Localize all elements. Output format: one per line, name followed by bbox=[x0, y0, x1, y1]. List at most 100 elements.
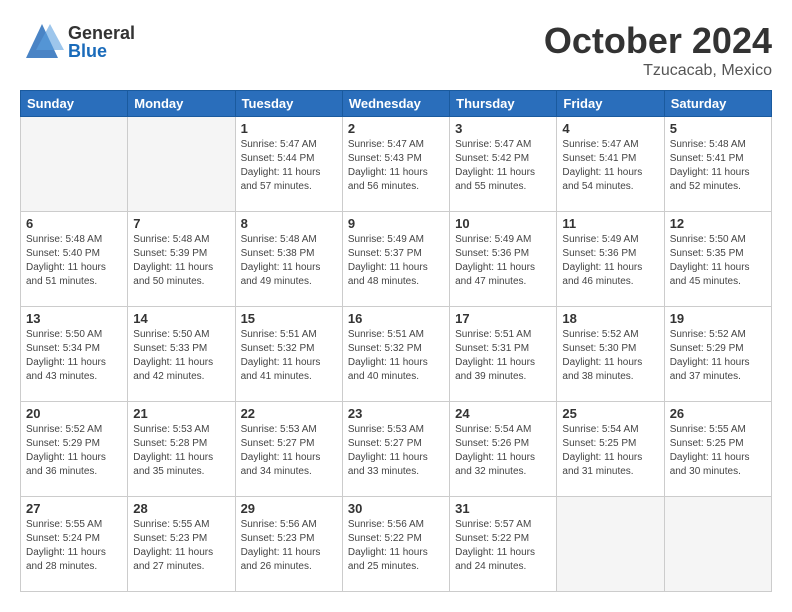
weekday-header-row: SundayMondayTuesdayWednesdayThursdayFrid… bbox=[21, 91, 772, 117]
calendar-cell: 19 Sunrise: 5:52 AM Sunset: 5:29 PM Dayli… bbox=[664, 307, 771, 402]
day-number: 26 bbox=[670, 406, 766, 421]
calendar-cell: 5 Sunrise: 5:48 AM Sunset: 5:41 PM Daylig… bbox=[664, 117, 771, 212]
cell-info: Sunrise: 5:50 AM Sunset: 5:34 PM Dayligh… bbox=[26, 328, 122, 384]
calendar-cell: 28Sunrise: 5:55 AM Sunset: 5:23 PM Dayli… bbox=[128, 497, 235, 592]
cell-info: Sunrise: 5:56 AM Sunset: 5:22 PM Dayligh… bbox=[348, 518, 444, 574]
cell-info: Sunrise: 5:50 AM Sunset: 5:33 PM Dayligh… bbox=[133, 328, 229, 384]
cell-info: Sunrise: 5:47 AM Sunset: 5:43 PM Dayligh… bbox=[348, 138, 444, 194]
calendar-cell: 16 Sunrise: 5:51 AM Sunset: 5:32 PM Dayli… bbox=[342, 307, 449, 402]
cell-info: Sunrise: 5:57 AM Sunset: 5:22 PM Dayligh… bbox=[455, 518, 551, 574]
calendar-cell: 21 Sunrise: 5:53 AM Sunset: 5:28 PM Dayli… bbox=[128, 402, 235, 497]
day-number: 15 bbox=[241, 311, 337, 326]
logo: General Blue bbox=[20, 20, 135, 64]
day-number: 2 bbox=[348, 121, 444, 136]
calendar-cell: 25Sunrise: 5:54 AM Sunset: 5:25 PM Dayli… bbox=[557, 402, 664, 497]
day-number: 18 bbox=[562, 311, 658, 326]
day-number: 3 bbox=[455, 121, 551, 136]
day-number: 17 bbox=[455, 311, 551, 326]
calendar-cell: 7 Sunrise: 5:48 AM Sunset: 5:39 PM Daylig… bbox=[128, 212, 235, 307]
page: General Blue October 2024 Tzucacab, Mexi… bbox=[0, 0, 792, 612]
day-number: 7 bbox=[133, 216, 229, 231]
cell-info: Sunrise: 5:51 AM Sunset: 5:32 PM Dayligh… bbox=[348, 328, 444, 384]
location-subtitle: Tzucacab, Mexico bbox=[544, 62, 772, 80]
cell-info: Sunrise: 5:54 AM Sunset: 5:25 PM Dayligh… bbox=[562, 423, 658, 479]
calendar-cell: 10 Sunrise: 5:49 AM Sunset: 5:36 PM Dayli… bbox=[450, 212, 557, 307]
calendar-cell: 17Sunrise: 5:51 AM Sunset: 5:31 PM Dayli… bbox=[450, 307, 557, 402]
calendar-cell: 12 Sunrise: 5:50 AM Sunset: 5:35 PM Dayli… bbox=[664, 212, 771, 307]
calendar-cell: 13Sunrise: 5:50 AM Sunset: 5:34 PM Dayli… bbox=[21, 307, 128, 402]
cell-info: Sunrise: 5:52 AM Sunset: 5:29 PM Dayligh… bbox=[26, 423, 122, 479]
header: General Blue October 2024 Tzucacab, Mexi… bbox=[20, 20, 772, 80]
cell-info: Sunrise: 5:53 AM Sunset: 5:28 PM Dayligh… bbox=[133, 423, 229, 479]
cell-info: Sunrise: 5:55 AM Sunset: 5:24 PM Dayligh… bbox=[26, 518, 122, 574]
month-title: October 2024 bbox=[544, 20, 772, 62]
calendar-cell: 30 Sunrise: 5:56 AM Sunset: 5:22 PM Dayli… bbox=[342, 497, 449, 592]
cell-info: Sunrise: 5:49 AM Sunset: 5:36 PM Dayligh… bbox=[562, 233, 658, 289]
cell-info: Sunrise: 5:56 AM Sunset: 5:23 PM Dayligh… bbox=[241, 518, 337, 574]
day-number: 21 bbox=[133, 406, 229, 421]
cell-info: Sunrise: 5:48 AM Sunset: 5:39 PM Dayligh… bbox=[133, 233, 229, 289]
calendar-week-5: 27 Sunrise: 5:55 AM Sunset: 5:24 PM Dayli… bbox=[21, 497, 772, 592]
calendar-cell: 29 Sunrise: 5:56 AM Sunset: 5:23 PM Dayli… bbox=[235, 497, 342, 592]
cell-info: Sunrise: 5:48 AM Sunset: 5:41 PM Dayligh… bbox=[670, 138, 766, 194]
day-number: 20 bbox=[26, 406, 122, 421]
cell-info: Sunrise: 5:52 AM Sunset: 5:29 PM Dayligh… bbox=[670, 328, 766, 384]
logo-general-text: General bbox=[68, 24, 135, 42]
day-number: 6 bbox=[26, 216, 122, 231]
day-number: 1 bbox=[241, 121, 337, 136]
cell-info: Sunrise: 5:47 AM Sunset: 5:41 PM Dayligh… bbox=[562, 138, 658, 194]
weekday-thursday: Thursday bbox=[450, 91, 557, 117]
calendar-cell: 18 Sunrise: 5:52 AM Sunset: 5:30 PM Dayli… bbox=[557, 307, 664, 402]
cell-info: Sunrise: 5:53 AM Sunset: 5:27 PM Dayligh… bbox=[348, 423, 444, 479]
calendar-cell: 27 Sunrise: 5:55 AM Sunset: 5:24 PM Dayli… bbox=[21, 497, 128, 592]
day-number: 12 bbox=[670, 216, 766, 231]
logo-name: General Blue bbox=[68, 24, 135, 60]
cell-info: Sunrise: 5:50 AM Sunset: 5:35 PM Dayligh… bbox=[670, 233, 766, 289]
day-number: 19 bbox=[670, 311, 766, 326]
calendar-week-1: 1 Sunrise: 5:47 AM Sunset: 5:44 PM Daylig… bbox=[21, 117, 772, 212]
cell-info: Sunrise: 5:47 AM Sunset: 5:44 PM Dayligh… bbox=[241, 138, 337, 194]
calendar-table: SundayMondayTuesdayWednesdayThursdayFrid… bbox=[20, 90, 772, 592]
calendar-cell: 31Sunrise: 5:57 AM Sunset: 5:22 PM Dayli… bbox=[450, 497, 557, 592]
calendar-cell: 14Sunrise: 5:50 AM Sunset: 5:33 PM Dayli… bbox=[128, 307, 235, 402]
day-number: 24 bbox=[455, 406, 551, 421]
title-block: October 2024 Tzucacab, Mexico bbox=[544, 20, 772, 80]
cell-info: Sunrise: 5:53 AM Sunset: 5:27 PM Dayligh… bbox=[241, 423, 337, 479]
day-number: 29 bbox=[241, 501, 337, 516]
weekday-saturday: Saturday bbox=[664, 91, 771, 117]
day-number: 16 bbox=[348, 311, 444, 326]
calendar-cell: 23 Sunrise: 5:53 AM Sunset: 5:27 PM Dayli… bbox=[342, 402, 449, 497]
calendar-cell: 11 Sunrise: 5:49 AM Sunset: 5:36 PM Dayli… bbox=[557, 212, 664, 307]
cell-info: Sunrise: 5:54 AM Sunset: 5:26 PM Dayligh… bbox=[455, 423, 551, 479]
day-number: 8 bbox=[241, 216, 337, 231]
calendar-cell: 20 Sunrise: 5:52 AM Sunset: 5:29 PM Dayli… bbox=[21, 402, 128, 497]
calendar-cell: 6 Sunrise: 5:48 AM Sunset: 5:40 PM Daylig… bbox=[21, 212, 128, 307]
cell-info: Sunrise: 5:49 AM Sunset: 5:37 PM Dayligh… bbox=[348, 233, 444, 289]
day-number: 23 bbox=[348, 406, 444, 421]
weekday-friday: Friday bbox=[557, 91, 664, 117]
cell-info: Sunrise: 5:52 AM Sunset: 5:30 PM Dayligh… bbox=[562, 328, 658, 384]
cell-info: Sunrise: 5:55 AM Sunset: 5:23 PM Dayligh… bbox=[133, 518, 229, 574]
day-number: 30 bbox=[348, 501, 444, 516]
calendar-cell: 8 Sunrise: 5:48 AM Sunset: 5:38 PM Daylig… bbox=[235, 212, 342, 307]
day-number: 10 bbox=[455, 216, 551, 231]
cell-info: Sunrise: 5:48 AM Sunset: 5:38 PM Dayligh… bbox=[241, 233, 337, 289]
day-number: 11 bbox=[562, 216, 658, 231]
cell-info: Sunrise: 5:49 AM Sunset: 5:36 PM Dayligh… bbox=[455, 233, 551, 289]
weekday-monday: Monday bbox=[128, 91, 235, 117]
calendar-cell: 2 Sunrise: 5:47 AM Sunset: 5:43 PM Daylig… bbox=[342, 117, 449, 212]
calendar-cell bbox=[128, 117, 235, 212]
day-number: 27 bbox=[26, 501, 122, 516]
calendar-cell: 4Sunrise: 5:47 AM Sunset: 5:41 PM Daylig… bbox=[557, 117, 664, 212]
day-number: 9 bbox=[348, 216, 444, 231]
calendar-cell: 3Sunrise: 5:47 AM Sunset: 5:42 PM Daylig… bbox=[450, 117, 557, 212]
cell-info: Sunrise: 5:48 AM Sunset: 5:40 PM Dayligh… bbox=[26, 233, 122, 289]
calendar-week-2: 6 Sunrise: 5:48 AM Sunset: 5:40 PM Daylig… bbox=[21, 212, 772, 307]
cell-info: Sunrise: 5:55 AM Sunset: 5:25 PM Dayligh… bbox=[670, 423, 766, 479]
calendar-cell: 26 Sunrise: 5:55 AM Sunset: 5:25 PM Dayli… bbox=[664, 402, 771, 497]
calendar-cell bbox=[557, 497, 664, 592]
day-number: 5 bbox=[670, 121, 766, 136]
calendar-week-3: 13Sunrise: 5:50 AM Sunset: 5:34 PM Dayli… bbox=[21, 307, 772, 402]
calendar-cell: 24 Sunrise: 5:54 AM Sunset: 5:26 PM Dayli… bbox=[450, 402, 557, 497]
calendar-cell: 22Sunrise: 5:53 AM Sunset: 5:27 PM Dayli… bbox=[235, 402, 342, 497]
